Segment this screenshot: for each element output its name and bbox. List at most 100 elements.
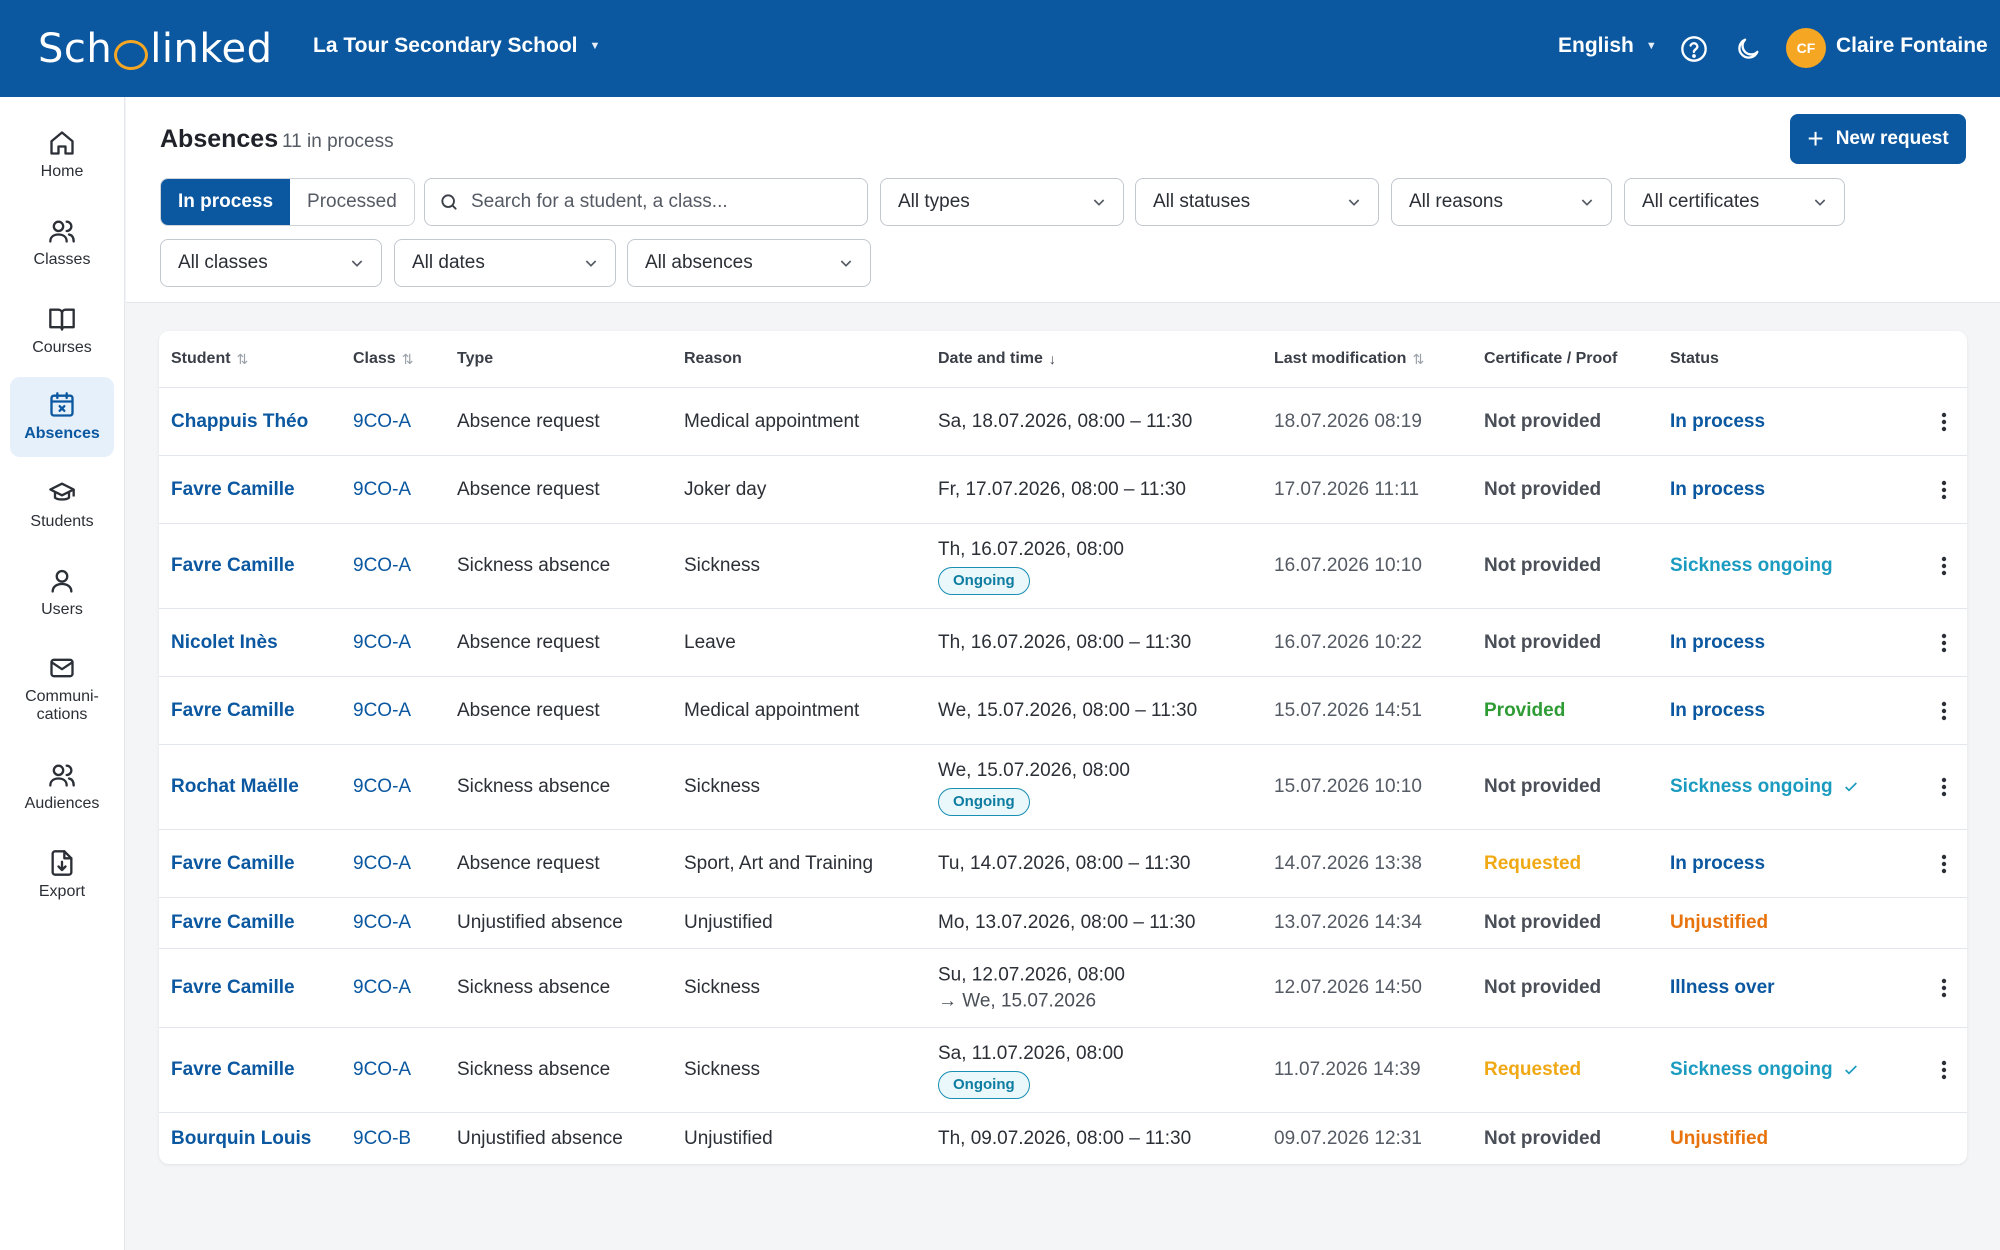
student-link[interactable]: Rochat Maëlle — [171, 776, 299, 798]
student-link[interactable]: Favre Camille — [171, 1059, 295, 1081]
school-selector[interactable]: La Tour Secondary School ▼ — [313, 34, 600, 58]
class-link[interactable]: 9CO-A — [353, 555, 411, 577]
table-row[interactable]: Bourquin Louis 9CO-B Unjustified absence Un… — [159, 1113, 1967, 1164]
filter-dates[interactable]: All dates — [394, 239, 616, 287]
certificate-status: Not provided — [1484, 776, 1602, 797]
sidebar-item-absences[interactable]: Absences — [10, 377, 114, 457]
sidebar-item-communications[interactable]: Communi- cations — [10, 641, 114, 737]
search-box[interactable] — [424, 178, 868, 226]
table-row[interactable]: Nicolet Inès 9CO-A Absence request Leave Th,… — [159, 609, 1967, 677]
sidebar-item-courses[interactable]: Courses — [10, 291, 114, 371]
table-row[interactable]: Favre Camille 9CO-A Sickness absence Sickne… — [159, 949, 1967, 1028]
absence-type: Absence request — [457, 631, 600, 653]
table-row[interactable]: Favre Camille 9CO-A Sickness absence Sickne… — [159, 524, 1967, 609]
tab-in-process[interactable]: In process — [161, 179, 291, 225]
user-name[interactable]: Claire Fontaine — [1836, 34, 1988, 58]
dark-mode-moon-icon[interactable] — [1734, 35, 1762, 63]
class-link[interactable]: 9CO-A — [353, 632, 411, 654]
column-date[interactable]: Date and time ↓ — [938, 350, 1056, 368]
status-badge: In process — [1670, 479, 1765, 501]
class-link[interactable]: 9CO-A — [353, 1059, 411, 1081]
table-row[interactable]: Favre Camille 9CO-A Absence request Medical… — [159, 677, 1967, 745]
student-link[interactable]: Favre Camille — [171, 700, 295, 722]
table-row[interactable]: Favre Camille 9CO-A Absence request Joker d… — [159, 456, 1967, 524]
avatar[interactable]: CF — [1786, 28, 1826, 68]
more-options-icon[interactable] — [1932, 976, 1956, 1000]
filter-classes[interactable]: All classes — [160, 239, 382, 287]
class-link[interactable]: 9CO-A — [353, 700, 411, 722]
date-end-text: → We, 15.07.2026 — [938, 990, 1097, 1011]
certificate-status: Not provided — [1484, 555, 1602, 576]
last-modification: 15.07.2026 14:51 — [1274, 699, 1422, 721]
absence-reason: Joker day — [684, 478, 767, 500]
class-link[interactable]: 9CO-B — [353, 1128, 411, 1150]
sidebar-item-label: Courses — [32, 338, 92, 356]
last-modification: 17.07.2026 11:11 — [1274, 478, 1420, 500]
sidebar-item-label: Audiences — [24, 794, 100, 812]
absence-type: Sickness absence — [457, 1059, 611, 1080]
class-link[interactable]: 9CO-A — [353, 977, 411, 999]
sidebar-item-users[interactable]: Users — [10, 553, 114, 633]
sidebar-item-classes[interactable]: Classes — [10, 203, 114, 283]
calendar-x-icon — [50, 391, 74, 417]
language-selector[interactable]: English ▼ — [1558, 34, 1657, 58]
table-row[interactable]: Favre Camille 9CO-A Absence request Sport, … — [159, 830, 1967, 898]
help-icon[interactable] — [1680, 35, 1708, 63]
table-row[interactable]: Chappuis Théo 9CO-A Absence request Medical… — [159, 388, 1967, 456]
student-link[interactable]: Chappuis Théo — [171, 411, 308, 433]
filter-label: All absences — [645, 252, 753, 273]
absence-reason: Medical appointment — [684, 410, 860, 432]
date-and-time: Th, 09.07.2026, 08:00 – 11:30 — [938, 1126, 1191, 1152]
student-link[interactable]: Favre Camille — [171, 555, 295, 577]
student-link[interactable]: Favre Camille — [171, 853, 295, 875]
tab-processed[interactable]: Processed — [290, 179, 414, 225]
more-options-icon[interactable] — [1932, 554, 1956, 578]
more-options-icon[interactable] — [1932, 699, 1956, 723]
date-text: Su, 12.07.2026, 08:00 — [938, 964, 1125, 986]
student-link[interactable]: Favre Camille — [171, 977, 295, 999]
status-badge: Sickness ongoing — [1670, 1059, 1859, 1081]
more-options-icon[interactable] — [1932, 852, 1956, 876]
column-last-modification[interactable]: Last modification ⇅ — [1274, 350, 1424, 368]
more-options-icon[interactable] — [1932, 478, 1956, 502]
table-row[interactable]: Favre Camille 9CO-A Unjustified absence Unj… — [159, 898, 1967, 949]
table-row[interactable]: Favre Camille 9CO-A Sickness absence Sickne… — [159, 1028, 1967, 1113]
column-label: Reason — [684, 350, 742, 367]
sidebar-item-export[interactable]: Export — [10, 835, 114, 915]
column-class[interactable]: Class ⇅ — [353, 350, 413, 368]
sidebar-item-home[interactable]: Home — [10, 115, 114, 195]
more-options-icon[interactable] — [1932, 410, 1956, 434]
class-link[interactable]: 9CO-A — [353, 853, 411, 875]
filter-certificates[interactable]: All certificates — [1624, 178, 1845, 226]
more-options-icon[interactable] — [1932, 775, 1956, 799]
sidebar-item-students[interactable]: Students — [10, 465, 114, 545]
student-link[interactable]: Favre Camille — [171, 912, 295, 934]
sort-icon: ⇅ — [236, 350, 249, 367]
mail-icon — [50, 658, 74, 677]
absence-reason: Sickness — [684, 1059, 761, 1080]
new-request-button[interactable]: + New request — [1790, 114, 1966, 164]
more-options-icon[interactable] — [1932, 1058, 1956, 1082]
class-link[interactable]: 9CO-A — [353, 776, 411, 798]
sidebar-item-audiences[interactable]: Audiences — [10, 747, 114, 827]
student-link[interactable]: Favre Camille — [171, 479, 295, 501]
column-student[interactable]: Student ⇅ — [171, 350, 248, 368]
ongoing-badge: Ongoing — [938, 566, 1030, 595]
status-label: Illness over — [1670, 977, 1775, 998]
class-link[interactable]: 9CO-A — [353, 411, 411, 433]
class-link[interactable]: 9CO-A — [353, 479, 411, 501]
status-badge: Sickness ongoing — [1670, 776, 1859, 798]
last-modification: 14.07.2026 13:38 — [1274, 852, 1422, 874]
filter-reasons[interactable]: All reasons — [1391, 178, 1612, 226]
last-modification: 12.07.2026 14:50 — [1274, 977, 1422, 998]
student-link[interactable]: Bourquin Louis — [171, 1128, 311, 1150]
filter-types[interactable]: All types — [880, 178, 1124, 226]
more-options-icon[interactable] — [1932, 631, 1956, 655]
schoolinked-logo[interactable]: Sch linked — [38, 26, 273, 72]
filter-absences[interactable]: All absences — [627, 239, 871, 287]
table-row[interactable]: Rochat Maëlle 9CO-A Sickness absence Sickne… — [159, 745, 1967, 830]
filter-statuses[interactable]: All statuses — [1135, 178, 1379, 226]
search-input[interactable] — [471, 191, 851, 213]
student-link[interactable]: Nicolet Inès — [171, 632, 278, 654]
class-link[interactable]: 9CO-A — [353, 912, 411, 934]
